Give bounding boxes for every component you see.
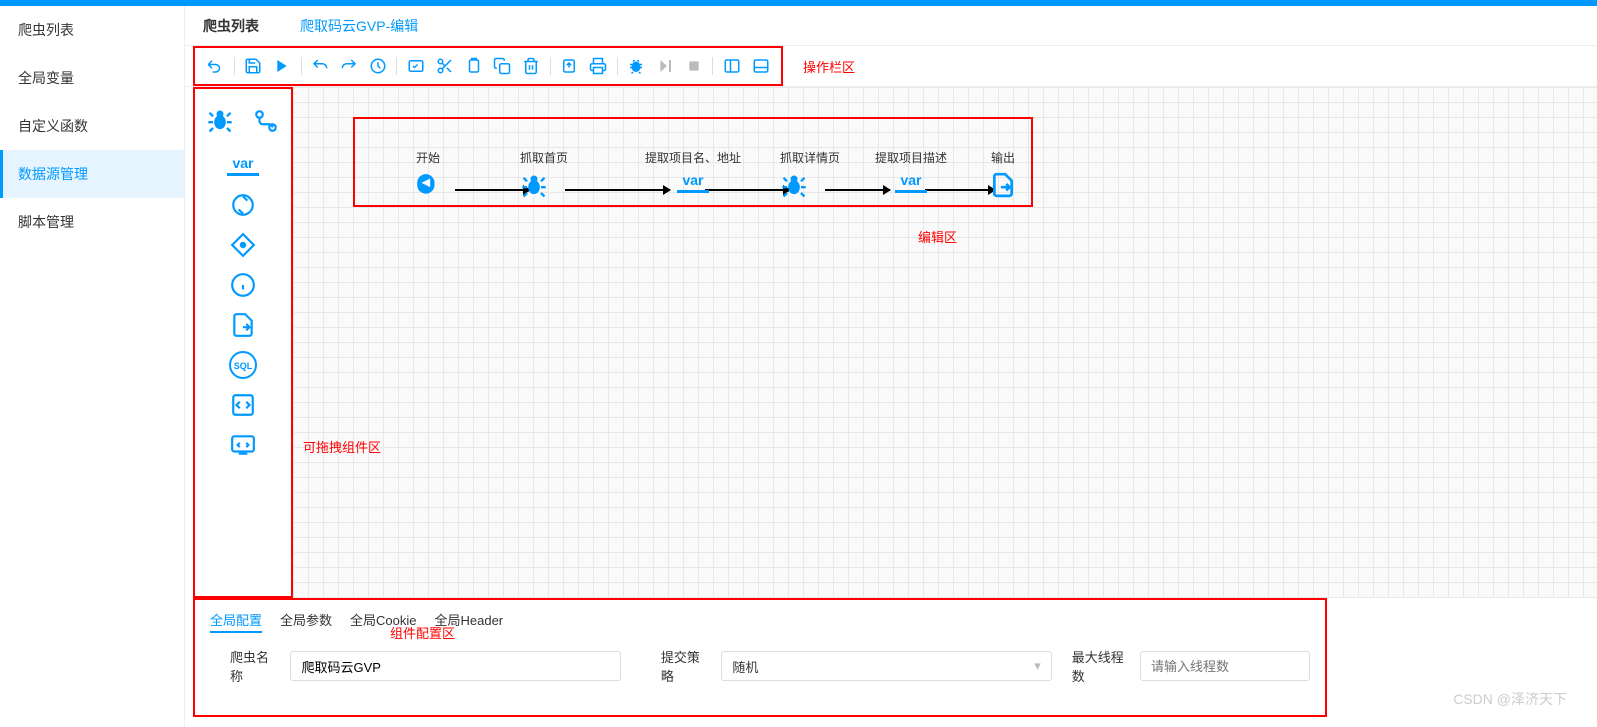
name-label: 爬虫名称 xyxy=(230,647,280,685)
panel-left-icon[interactable] xyxy=(719,53,744,79)
sidebar: 爬虫列表 全局变量 自定义函数 数据源管理 脚本管理 xyxy=(0,6,185,727)
redo-action-icon[interactable] xyxy=(337,53,362,79)
sidebar-item-script-mgmt[interactable]: 脚本管理 xyxy=(0,198,184,246)
paste-icon[interactable] xyxy=(461,53,486,79)
svg-text:SQL: SQL xyxy=(234,361,253,371)
panel-bottom-icon[interactable] xyxy=(748,53,773,79)
script-component-icon[interactable] xyxy=(225,385,261,425)
export-icon[interactable] xyxy=(557,53,582,79)
delete-icon[interactable] xyxy=(519,53,544,79)
node-fetch-home[interactable]: 抓取首页 xyxy=(520,149,568,200)
strategy-label: 提交策略 xyxy=(661,647,711,685)
editor-annotation: 编辑区 xyxy=(918,227,957,246)
undo-action-icon[interactable] xyxy=(308,53,333,79)
var-component[interactable]: var xyxy=(225,145,261,185)
debug-icon[interactable] xyxy=(624,53,649,79)
select-icon[interactable] xyxy=(403,53,428,79)
flow-component-icon[interactable] xyxy=(248,101,284,141)
max-threads-input[interactable] xyxy=(1140,651,1310,681)
config-panel: 全局配置 全局参数 全局Cookie 全局Header 爬虫名称 提交策略 随机… xyxy=(193,598,1327,717)
sql-component-icon[interactable]: SQL xyxy=(225,345,261,385)
print-icon[interactable] xyxy=(586,53,611,79)
sidebar-item-crawler-list[interactable]: 爬虫列表 xyxy=(0,6,184,54)
strategy-select[interactable]: 随机 ▾ xyxy=(721,651,1051,681)
node-start[interactable]: 开始 xyxy=(415,149,441,198)
tab-crawler-list[interactable]: 爬虫列表 xyxy=(195,16,267,36)
output-component-icon[interactable] xyxy=(225,305,261,345)
step-icon xyxy=(652,53,677,79)
editor-tabs: 爬虫列表 爬取码云GVP-编辑 xyxy=(185,6,1597,46)
sidebar-item-global-vars[interactable]: 全局变量 xyxy=(0,54,184,102)
node-extract-desc[interactable]: 提取项目描述 var xyxy=(875,149,947,193)
flow-diagram: 开始 抓取首页 提取项目名、地址 var 抓取详情页 xyxy=(353,117,1033,207)
spider-component-icon[interactable] xyxy=(202,101,238,141)
save-icon[interactable] xyxy=(241,53,266,79)
info-component-icon[interactable] xyxy=(225,265,261,305)
component-panel: var SQL xyxy=(193,87,293,598)
component-annotation: 可拖拽组件区 xyxy=(303,437,381,456)
node-extract-name[interactable]: 提取项目名、地址 var xyxy=(645,149,741,193)
config-tab-params[interactable]: 全局参数 xyxy=(280,608,332,633)
tab-edit-gvp[interactable]: 爬取码云GVP-编辑 xyxy=(292,16,426,36)
play-icon[interactable] xyxy=(270,53,295,79)
watermark: CSDN @泽济天下 xyxy=(1453,689,1567,709)
history-icon[interactable] xyxy=(365,53,390,79)
undo-icon[interactable] xyxy=(203,53,228,79)
toolbar xyxy=(193,46,783,86)
cut-icon[interactable] xyxy=(432,53,457,79)
code-component-icon[interactable] xyxy=(225,425,261,465)
loop-component-icon[interactable] xyxy=(225,185,261,225)
sidebar-item-datasource[interactable]: 数据源管理 xyxy=(0,150,184,198)
diamond-component-icon[interactable] xyxy=(225,225,261,265)
flow-canvas[interactable]: 可拖拽组件区 编辑区 开始 抓取首页 xyxy=(293,87,1597,598)
threads-label: 最大线程数 xyxy=(1072,647,1130,685)
crawler-name-input[interactable] xyxy=(290,651,620,681)
toolbar-annotation: 操作栏区 xyxy=(803,57,855,76)
config-tab-global[interactable]: 全局配置 xyxy=(210,608,262,633)
copy-icon[interactable] xyxy=(490,53,515,79)
chevron-down-icon: ▾ xyxy=(1034,658,1041,674)
node-fetch-detail[interactable]: 抓取详情页 xyxy=(780,149,840,200)
stop-icon xyxy=(681,53,706,79)
sidebar-item-custom-functions[interactable]: 自定义函数 xyxy=(0,102,184,150)
config-annotation: 组件配置区 xyxy=(390,623,455,642)
node-output[interactable]: 输出 xyxy=(990,149,1016,198)
